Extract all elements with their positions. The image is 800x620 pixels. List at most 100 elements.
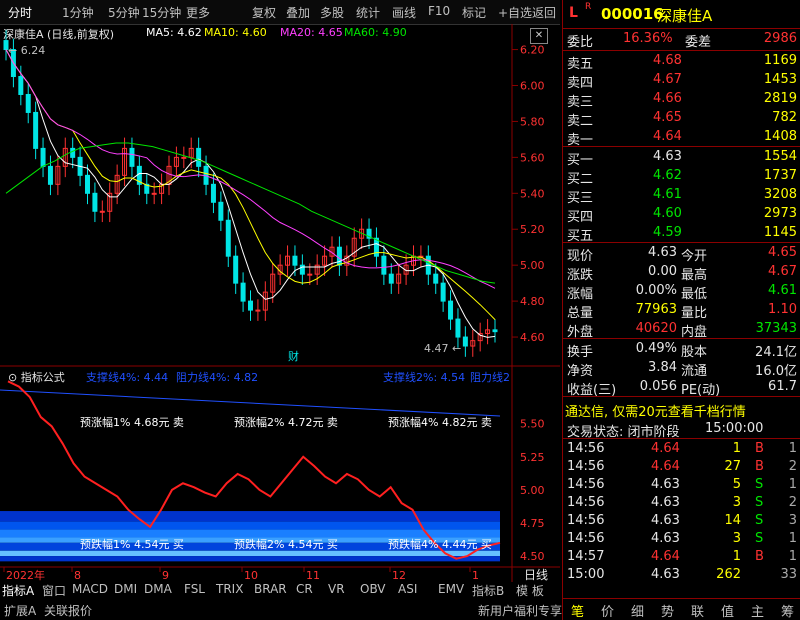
tick-side-1: B bbox=[755, 459, 764, 474]
bottom-tab-7[interactable]: BRAR bbox=[254, 582, 287, 600]
bottom-tab-9[interactable]: VR bbox=[328, 582, 345, 600]
bottom-tab-11[interactable]: ASI bbox=[398, 582, 417, 600]
toolbar-item-10[interactable]: F10 bbox=[428, 4, 450, 18]
toolbar-item-0[interactable]: 分时 bbox=[8, 4, 32, 21]
bottom-tab-14[interactable]: 模 板 bbox=[516, 582, 544, 600]
stat-value2-1: 4.67 bbox=[768, 264, 797, 279]
candle-12 bbox=[92, 192, 98, 212]
ask-vol-3: 782 bbox=[772, 110, 797, 125]
x-label-0: 2022年 bbox=[6, 568, 45, 582]
toolbar-item-7[interactable]: 多股 bbox=[320, 4, 344, 21]
stat-value-4: 40620 bbox=[635, 321, 677, 336]
bottom-tab-1[interactable]: 窗口 bbox=[42, 582, 66, 600]
close-main-icon[interactable]: ✕ bbox=[530, 28, 548, 44]
toolbar-item-1[interactable]: 1分钟 bbox=[62, 4, 94, 21]
indicator-title[interactable]: ⊙ 指标公式 bbox=[8, 369, 65, 385]
tick-row-4: 14:56 4.63 14 S 3 bbox=[563, 512, 800, 531]
bottom-tab2-2[interactable]: 新用户福利专享 bbox=[478, 602, 562, 620]
tick-side-5: S bbox=[755, 531, 764, 546]
candle-17 bbox=[129, 147, 135, 167]
bottom-tab-4[interactable]: DMA bbox=[144, 582, 172, 600]
side-tab-1[interactable]: 价 bbox=[601, 601, 614, 620]
bid-label-1: 买二 bbox=[567, 172, 594, 187]
bid-price-0: 4.63 bbox=[653, 149, 682, 164]
bid-label-3: 买四 bbox=[567, 210, 594, 225]
bid-vol-3: 2973 bbox=[763, 206, 797, 221]
ask-price-2: 4.66 bbox=[653, 91, 682, 106]
side-tab-2[interactable]: 细 bbox=[631, 601, 644, 620]
toolbar-item-8[interactable]: 统计 bbox=[356, 4, 380, 21]
toolbar-item-11[interactable]: 标记 bbox=[462, 4, 486, 21]
side-tab-0[interactable]: 笔 bbox=[571, 601, 584, 620]
y-tick-ind-4: 4.50 bbox=[520, 550, 545, 563]
tick-vol-0: 1 bbox=[732, 441, 741, 456]
ask-price-4: 4.64 bbox=[653, 129, 682, 144]
tick-vol-3: 3 bbox=[732, 495, 741, 510]
toolbar-item-3[interactable]: 15分钟 bbox=[142, 4, 181, 21]
stat-row-1: 涨跌 0.00 最高 4.67 bbox=[563, 263, 800, 283]
candle-45 bbox=[336, 246, 342, 266]
side-tab-4[interactable]: 联 bbox=[691, 601, 704, 620]
y-tick-main-6: 5.00 bbox=[520, 259, 545, 272]
r-badge: R bbox=[585, 2, 592, 12]
side-tab-7[interactable]: 筹 bbox=[781, 601, 794, 620]
tick-count-2: 1 bbox=[788, 477, 797, 492]
ma-label-3: MA60: 4.90 bbox=[344, 26, 407, 39]
toolbar-item-13[interactable]: 返回 bbox=[532, 4, 556, 21]
bottom-tab-0[interactable]: 指标A bbox=[2, 582, 34, 600]
bottom-tab-5[interactable]: FSL bbox=[184, 582, 205, 600]
toolbar-item-5[interactable]: 复权 bbox=[252, 4, 276, 21]
bottom-tab-12[interactable]: EMV bbox=[438, 582, 464, 600]
tick-count-0: 1 bbox=[788, 441, 797, 456]
y-tick-ind-0: 5.50 bbox=[520, 418, 545, 431]
stat-value-3: 77963 bbox=[635, 302, 677, 317]
tick-count-4: 3 bbox=[788, 513, 797, 528]
tick-vol-6: 1 bbox=[732, 549, 741, 564]
stat2-label2-0: 股本 bbox=[681, 345, 708, 360]
candle-30 bbox=[225, 219, 231, 257]
toolbar-item-9[interactable]: 画线 bbox=[392, 4, 416, 21]
bottom-tab-8[interactable]: CR bbox=[296, 582, 313, 600]
bottom-tab-3[interactable]: DMI bbox=[114, 582, 137, 600]
ask-vol-1: 1453 bbox=[763, 72, 797, 87]
candle-31 bbox=[233, 255, 239, 284]
y-tick-ind-3: 4.75 bbox=[520, 517, 545, 530]
toolbar-item-12[interactable]: +自选 bbox=[498, 4, 532, 21]
toolbar-item-6[interactable]: 叠加 bbox=[286, 4, 310, 21]
tick-time-0: 14:56 bbox=[567, 441, 605, 456]
bottom-tab2-0[interactable]: 扩展A bbox=[4, 602, 36, 620]
stat2-row-2: 收益(三) 0.056 PE(动) 61.7 bbox=[563, 378, 800, 398]
bottom-tab2-1[interactable]: 关联报价 bbox=[44, 602, 92, 620]
ask-price-0: 4.68 bbox=[653, 53, 682, 68]
ask-vol-4: 1408 bbox=[763, 129, 797, 144]
main-chart-title: 深康佳A (日线,前复权) bbox=[3, 28, 115, 41]
bottom-tab-13[interactable]: 指标B bbox=[472, 582, 504, 600]
tick-price-7: 4.63 bbox=[651, 567, 680, 582]
side-tab-6[interactable]: 主 bbox=[751, 601, 764, 620]
stat-value2-4: 37343 bbox=[755, 321, 797, 336]
collapse-icon[interactable]: ⊙ bbox=[8, 371, 17, 384]
ask-label-0: 卖五 bbox=[567, 57, 594, 72]
y-tick-ind-2: 5.00 bbox=[520, 484, 545, 497]
candle-2 bbox=[18, 76, 24, 95]
stat-value-2: 0.00% bbox=[635, 283, 677, 298]
period-label: 日线 bbox=[524, 568, 548, 582]
side-tab-5[interactable]: 值 bbox=[721, 601, 734, 620]
resistance-trend-line bbox=[0, 389, 501, 417]
weibi-label: 委比 bbox=[567, 35, 594, 50]
ann-top-2: 预涨幅4% 4.82元 卖 bbox=[388, 416, 492, 429]
toolbar-item-4[interactable]: 更多 bbox=[186, 4, 210, 21]
stat2-value-0: 0.49% bbox=[635, 341, 677, 356]
bottom-tab-2[interactable]: MACD bbox=[72, 582, 108, 600]
candle-4 bbox=[33, 111, 39, 149]
stat-row-3: 总量 77963 量比 1.10 bbox=[563, 301, 800, 321]
bottom-tab-10[interactable]: OBV bbox=[360, 582, 386, 600]
bottom-tab-6[interactable]: TRIX bbox=[216, 582, 243, 600]
side-tab-3[interactable]: 势 bbox=[661, 601, 674, 620]
max-price-label: ← 6.24 bbox=[8, 44, 45, 57]
bid-price-3: 4.60 bbox=[653, 206, 682, 221]
candle-34 bbox=[255, 309, 261, 312]
y-tick-main-4: 5.40 bbox=[520, 187, 545, 200]
candle-5 bbox=[40, 147, 46, 167]
toolbar-item-2[interactable]: 5分钟 bbox=[108, 4, 140, 21]
